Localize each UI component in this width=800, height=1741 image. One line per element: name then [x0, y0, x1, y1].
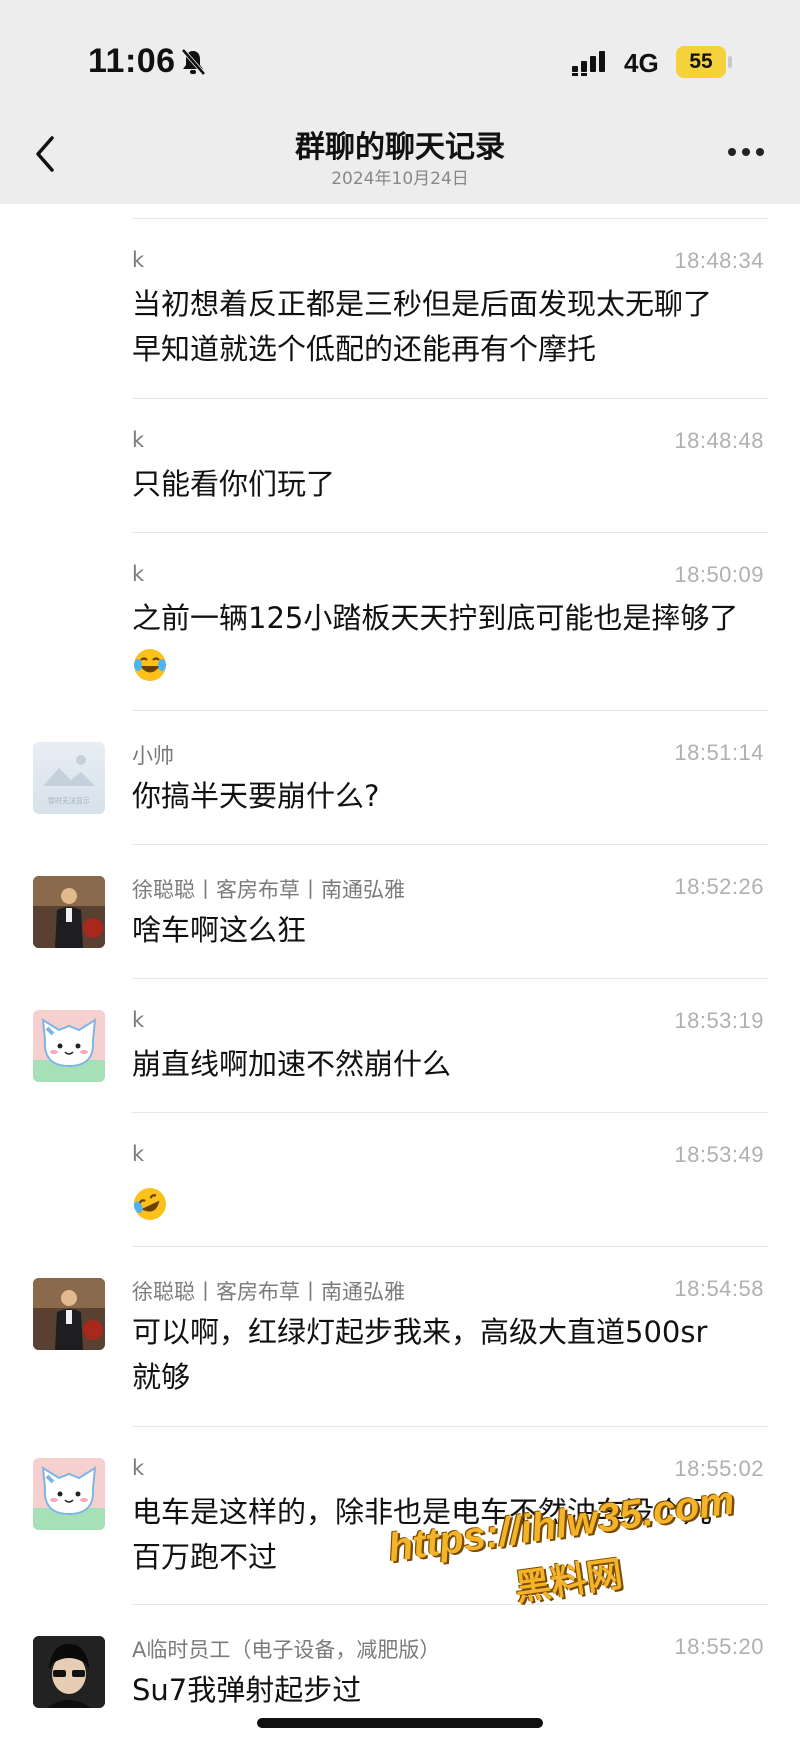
message-time: 18:52:26	[674, 874, 764, 899]
message-text	[132, 1180, 772, 1225]
message-time: 18:51:14	[674, 740, 764, 765]
message-text: Su7我弹射起步过	[132, 1668, 772, 1713]
message-time: 18:48:34	[674, 248, 764, 273]
battery-body: 55	[676, 46, 726, 78]
divider	[132, 710, 768, 711]
message-time: 18:50:09	[674, 562, 764, 587]
divider	[132, 1246, 768, 1247]
sender-name: 徐聪聪丨客房布草丨南通弘雅	[132, 1280, 405, 1304]
message-time: 18:55:20	[674, 1634, 764, 1659]
divider	[132, 978, 768, 979]
laughing-tears-emoji-icon	[134, 649, 166, 681]
status-time: 11:06	[88, 42, 176, 80]
divider	[132, 1112, 768, 1113]
message-line: 崩直线啊加速不然崩什么	[132, 1047, 452, 1081]
message-time: 18:54:58	[674, 1276, 764, 1301]
message-time: 18:48:48	[674, 428, 764, 453]
sender-name: A临时员工（电子设备，减肥版）	[132, 1638, 441, 1662]
avatar[interactable]: 暂时无法显示	[33, 742, 105, 814]
person-photo-icon	[33, 876, 105, 948]
cartoon-cat-avatar-icon	[33, 1458, 105, 1530]
dot-icon	[756, 148, 764, 156]
battery-level: 55	[689, 50, 713, 73]
message-text: 只能看你们玩了	[132, 462, 772, 507]
divider	[132, 1426, 768, 1427]
avatar[interactable]	[33, 1010, 105, 1082]
message-line: 早知道就选个低配的还能再有个摩托	[132, 332, 597, 366]
message-line: Su7我弹射起步过	[132, 1673, 362, 1707]
avatar[interactable]	[33, 1458, 105, 1530]
sender-name: k	[132, 1142, 145, 1166]
divider	[132, 532, 768, 533]
home-indicator[interactable]	[257, 1718, 543, 1728]
avatar[interactable]	[33, 1636, 105, 1708]
message-line: 啥车啊这么狂	[132, 913, 307, 947]
message-text: 之前一辆125小踏板天天拧到底可能也是摔够了	[132, 596, 772, 686]
divider	[132, 844, 768, 845]
more-options-button[interactable]	[724, 142, 768, 162]
message-text: 崩直线啊加速不然崩什么	[132, 1042, 772, 1087]
emoji-row	[132, 641, 772, 686]
sender-name: k	[132, 248, 145, 272]
signal-icon	[572, 51, 605, 76]
message-line: 当初想着反正都是三秒但是后面发现太无聊了	[132, 287, 713, 321]
network-type: 4G	[624, 48, 659, 78]
page-title: 群聊的聊天记录	[295, 130, 505, 165]
divider	[132, 398, 768, 399]
battery-tip	[728, 56, 732, 68]
rolling-laughing-emoji-icon	[133, 1188, 166, 1220]
sender-name: k	[132, 428, 145, 452]
person-photo-icon	[33, 1636, 105, 1708]
message-text: 啥车啊这么狂	[132, 908, 772, 953]
sender-name: k	[132, 562, 145, 586]
cartoon-cat-avatar-icon	[33, 1010, 105, 1082]
sender-name: 小帅	[132, 744, 174, 768]
sender-name: k	[132, 1008, 145, 1032]
dot-icon	[728, 148, 736, 156]
bell-off-icon	[181, 48, 206, 76]
sender-name: k	[132, 1456, 145, 1480]
divider	[132, 218, 768, 219]
message-line: 你搞半天要崩什么?	[132, 779, 380, 813]
dot-icon	[742, 148, 750, 156]
page-subtitle-date: 2024年10月24日	[331, 169, 469, 189]
message-text: 当初想着反正都是三秒但是后面发现太无聊了 早知道就选个低配的还能再有个摩托	[132, 282, 772, 372]
message-text: 可以啊，红绿灯起步我来，高级大直道500sr 就够	[132, 1310, 772, 1400]
message-line: 就够	[132, 1360, 191, 1394]
avatar[interactable]	[33, 1278, 105, 1350]
watermark-name: 黑料网	[512, 1553, 626, 1610]
avatar[interactable]	[33, 876, 105, 948]
nav-bar: 群聊的聊天记录 2024年10月24日	[0, 110, 800, 204]
person-photo-icon	[33, 1278, 105, 1350]
message-line: 只能看你们玩了	[132, 467, 336, 501]
status-bar: 11:06 4G 55	[0, 0, 800, 110]
message-line: 之前一辆125小踏板天天拧到底可能也是摔够了	[132, 601, 739, 635]
avatar-caption: 暂时无法显示	[48, 797, 90, 805]
battery-icon: 55	[676, 46, 732, 78]
message-text: 你搞半天要崩什么?	[132, 774, 772, 819]
message-line: 可以啊，红绿灯起步我来，高级大直道500sr	[132, 1315, 708, 1349]
message-time: 18:53:19	[674, 1008, 764, 1033]
sender-name: 徐聪聪丨客房布草丨南通弘雅	[132, 878, 405, 902]
message-time: 18:53:49	[674, 1142, 764, 1167]
